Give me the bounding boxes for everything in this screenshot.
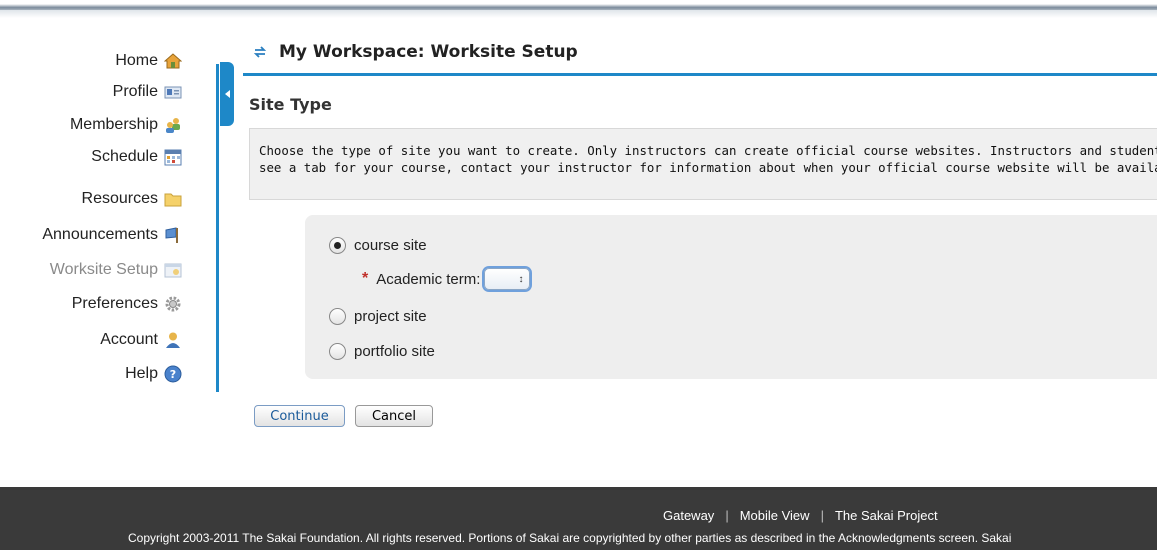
tool-label: Home	[115, 52, 158, 69]
tool-label: Account	[100, 331, 158, 348]
footer-links: Gateway | Mobile View | The Sakai Projec…	[663, 508, 938, 523]
radio-course-site[interactable]: course site	[329, 237, 427, 254]
home-icon	[164, 53, 182, 69]
tool-label: Worksite Setup	[49, 261, 158, 278]
tool-membership[interactable]: Membership	[70, 111, 182, 139]
tool-worksite-setup: Worksite Setup	[50, 256, 182, 284]
tool-label: Profile	[112, 83, 158, 100]
tool-schedule[interactable]: Schedule	[91, 143, 182, 171]
user-icon	[166, 332, 180, 348]
page: Home Profile Membership Schedule Resourc…	[0, 0, 1157, 550]
footer-separator: |	[820, 508, 824, 523]
tool-label: Resources	[81, 190, 158, 207]
top-banner-shadow	[0, 10, 1157, 18]
tool-account[interactable]: Account	[100, 326, 182, 354]
radio-label: portfolio site	[354, 343, 435, 360]
page-title-text: My Workspace: Worksite Setup	[279, 42, 578, 62]
academic-term-label: Academic term:	[376, 270, 481, 288]
radio-portfolio-site[interactable]: portfolio site	[329, 343, 435, 360]
instructions-line: see a tab for your course, contact your …	[259, 160, 1157, 175]
radio-button[interactable]	[329, 237, 346, 254]
tool-announcements[interactable]: Announcements	[42, 221, 182, 249]
copyright-text: Copyright 2003-2011 The Sakai Foundation…	[128, 531, 1012, 545]
top-banner	[0, 0, 1157, 10]
footer-separator: |	[725, 508, 729, 523]
section-title: Site Type	[249, 95, 332, 114]
gear-icon	[165, 296, 181, 312]
reset-arrows-icon[interactable]	[253, 45, 267, 59]
select-arrows-icon: ↕	[518, 273, 524, 285]
worksite-setup-icon	[164, 263, 182, 278]
announcement-flag-icon	[165, 227, 178, 243]
calendar-icon	[164, 149, 182, 166]
tool-label: Schedule	[91, 148, 158, 165]
academic-term-row: * Academic term: ↕	[362, 268, 531, 290]
collapse-menu-toggle[interactable]	[220, 62, 234, 126]
page-title: My Workspace: Worksite Setup	[253, 42, 578, 62]
tool-label: Help	[125, 365, 158, 382]
radio-button[interactable]	[329, 308, 346, 325]
required-marker: *	[362, 270, 369, 287]
footer-link-gateway[interactable]: Gateway	[663, 508, 714, 523]
tool-label: Announcements	[42, 226, 158, 243]
radio-selected-dot	[334, 242, 341, 249]
folder-icon	[164, 193, 182, 207]
radio-button[interactable]	[329, 343, 346, 360]
tool-menu-divider	[216, 64, 219, 392]
instructions-line: Choose the type of site you want to crea…	[259, 143, 1157, 158]
footer-link-sakai-project[interactable]: The Sakai Project	[835, 508, 938, 523]
radio-project-site[interactable]: project site	[329, 308, 427, 325]
academic-term-select[interactable]: ↕	[484, 268, 531, 290]
tool-resources[interactable]: Resources	[82, 185, 182, 213]
membership-icon	[166, 118, 180, 133]
title-rule	[243, 73, 1157, 76]
help-icon: ?	[164, 365, 182, 383]
tool-help[interactable]: Help ?	[125, 360, 182, 388]
instructions: Choose the type of site you want to crea…	[249, 128, 1157, 200]
tool-label: Preferences	[71, 295, 158, 312]
cancel-button[interactable]: Cancel	[355, 405, 433, 427]
tool-home[interactable]: Home	[115, 47, 182, 75]
tool-label: Membership	[69, 116, 158, 133]
svg-text:?: ?	[170, 368, 176, 381]
profile-card-icon	[164, 86, 182, 99]
continue-button[interactable]: Continue	[254, 405, 345, 427]
footer-link-mobile-view[interactable]: Mobile View	[740, 508, 810, 523]
radio-label: project site	[354, 308, 427, 325]
radio-label: course site	[354, 237, 427, 254]
chevron-left-icon	[224, 90, 230, 98]
tool-preferences[interactable]: Preferences	[72, 290, 182, 318]
tool-profile[interactable]: Profile	[113, 78, 182, 106]
